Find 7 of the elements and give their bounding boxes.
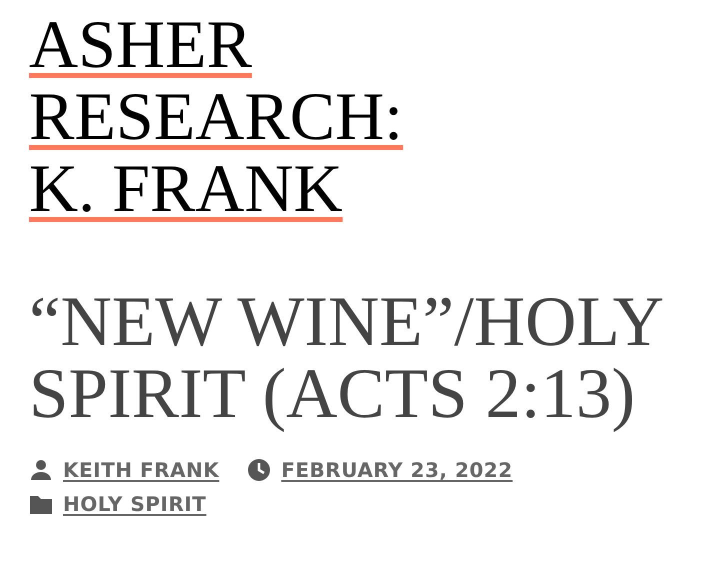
site-title-link[interactable]: ASHER RESEARCH: K. FRANK — [29, 8, 459, 224]
category-link[interactable]: HOLY SPIRIT — [63, 492, 206, 516]
author-link[interactable]: KEITH FRANK — [63, 458, 220, 482]
person-icon — [29, 458, 53, 482]
post-title: “NEW WINE”/HOLY SPIRIT (ACTS 2:13) — [29, 286, 663, 430]
clock-icon — [247, 458, 272, 482]
date-link[interactable]: FEBRUARY 23, 2022 — [281, 458, 513, 482]
